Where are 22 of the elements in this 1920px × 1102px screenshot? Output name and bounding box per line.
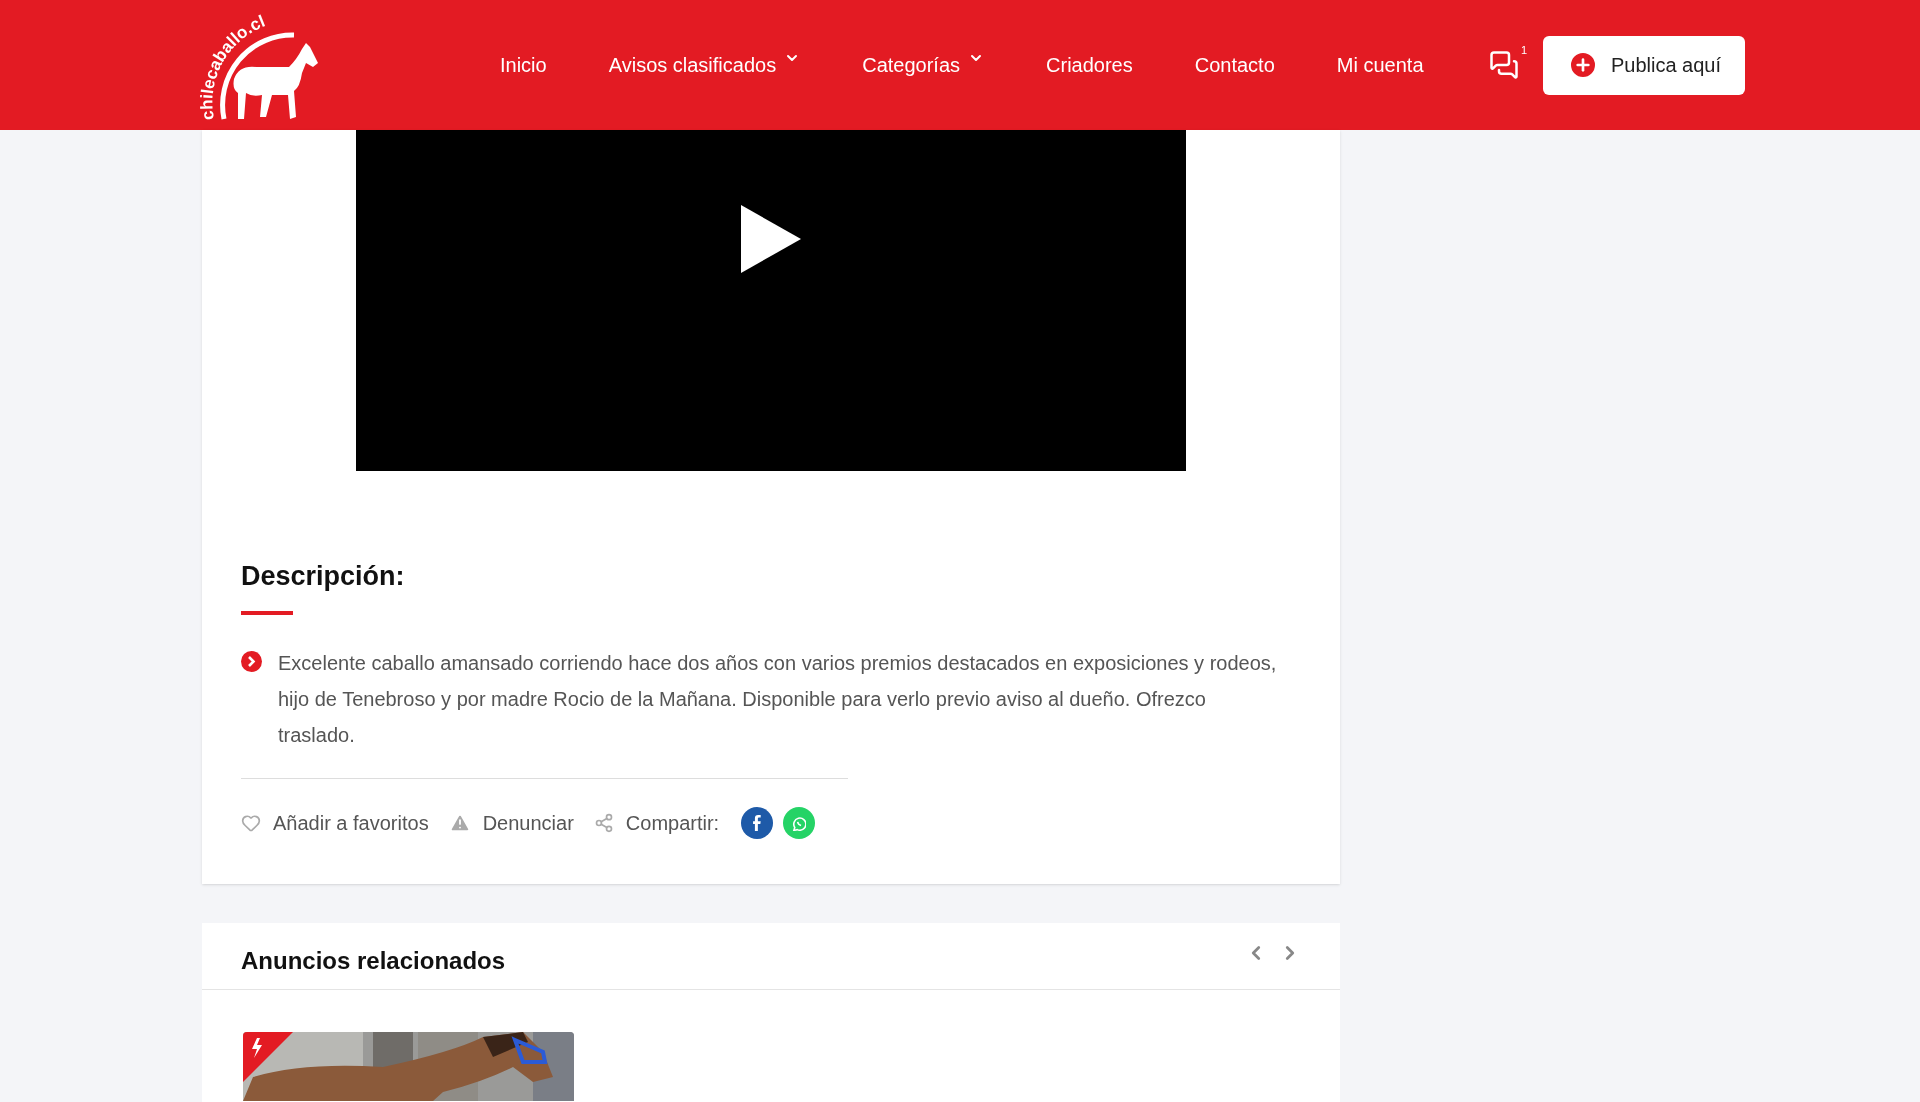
section-title: Descripción: [241, 560, 406, 593]
nav-link[interactable]: Mi cuenta [1336, 50, 1424, 80]
nav-link[interactable]: Avisos clasificados [608, 50, 801, 80]
play-icon[interactable] [741, 205, 801, 273]
facebook-share-button[interactable] [741, 806, 774, 839]
section-title: Anuncios relacionados [241, 946, 506, 976]
facebook-icon [752, 814, 763, 831]
chat-icon[interactable] [1489, 50, 1519, 80]
nav-link[interactable]: Criadores [1046, 50, 1133, 80]
heart-icon [241, 812, 261, 833]
nav-link[interactable]: Contacto [1194, 50, 1275, 80]
publish-button[interactable]: Publica aquí [1543, 35, 1745, 95]
chevron-circle-icon [241, 650, 262, 672]
description-text: Excelente caballo amansado corriendo hace dos años con varios premios destacados en exposiciones y rodeos, hijo de Tenebroso y por madre Rocio de la Mañana. Disponible para verlo previo aviso al dueño. Ofrezco traslado. [278, 650, 1278, 748]
share-label[interactable]: Compartir: [593, 807, 720, 838]
whatsapp-icon [792, 814, 807, 831]
share-icon [593, 812, 614, 833]
report-link[interactable]: Denunciar [448, 807, 574, 838]
nav-link[interactable]: Inicio [500, 50, 547, 80]
favorite-link[interactable]: Añadir a favoritos [241, 807, 429, 838]
message-count: 1 [1520, 43, 1527, 58]
nav-link[interactable]: Categorías [862, 50, 985, 80]
